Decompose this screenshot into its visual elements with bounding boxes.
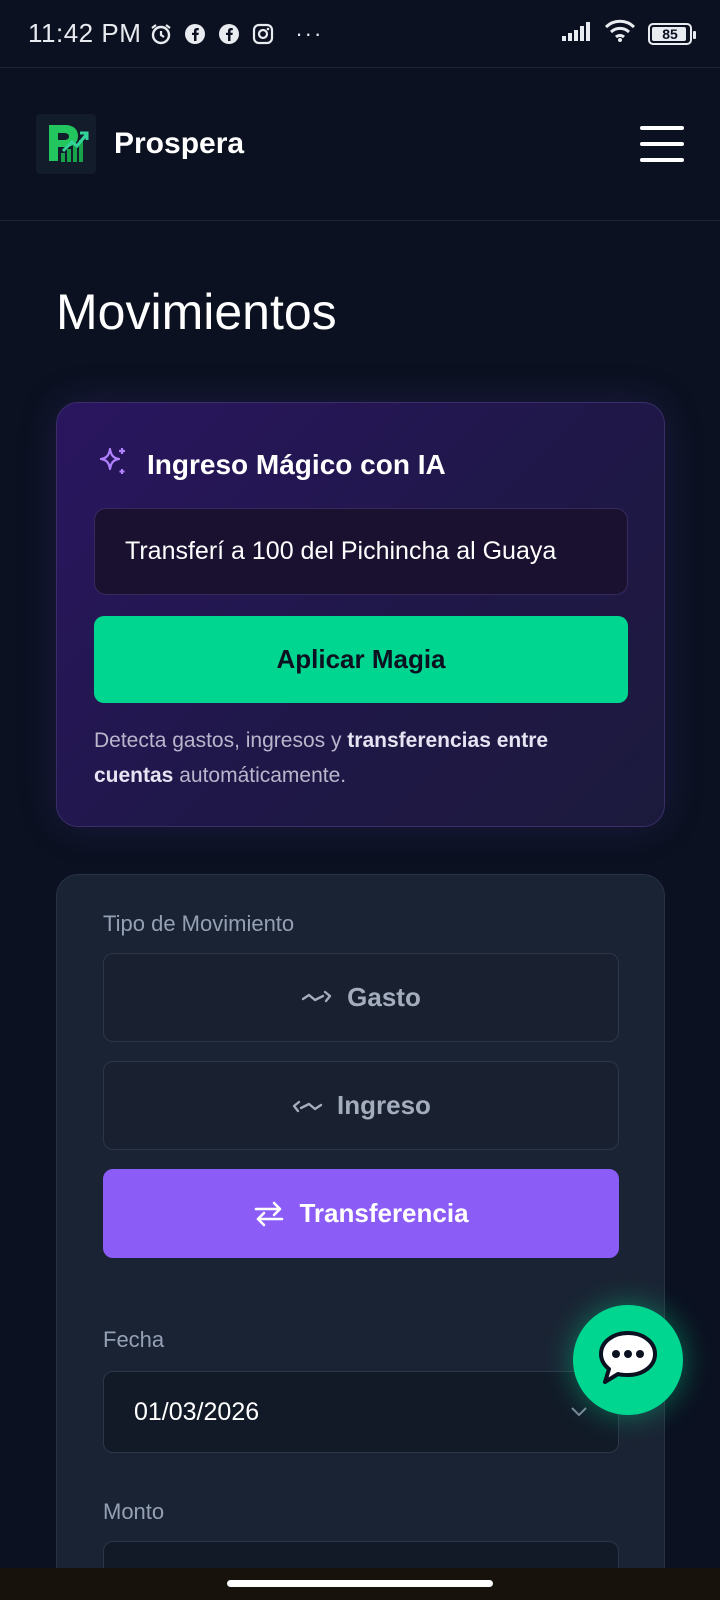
- home-gesture-handle[interactable]: [227, 1580, 493, 1587]
- trend-down-arrow-icon: [301, 988, 333, 1008]
- date-label: Fecha: [103, 1327, 165, 1352]
- facebook-icon: [217, 22, 241, 46]
- system-icons: 85: [562, 19, 696, 48]
- type-option-label: Ingreso: [337, 1090, 431, 1120]
- battery-icon: 85: [648, 22, 696, 45]
- chat-bubble-icon: [597, 1329, 659, 1392]
- sparkles-icon: [95, 445, 129, 484]
- app-header: Prospera: [0, 68, 720, 221]
- status-time: 11:42 PM: [28, 18, 142, 48]
- magic-description: Detecta gastos, ingresos y transferencia…: [94, 723, 628, 793]
- alarm-icon: [149, 22, 173, 46]
- magic-ai-card: Ingreso Mágico con IA Aplicar Magia Dete…: [56, 402, 665, 827]
- type-option-transferencia[interactable]: Transferencia: [103, 1169, 619, 1258]
- magic-text-input[interactable]: [94, 508, 628, 595]
- magic-card-title: Ingreso Mágico con IA: [147, 448, 446, 480]
- trend-in-arrow-icon: [291, 1096, 323, 1116]
- brand-name: Prospera: [114, 127, 245, 160]
- chat-button[interactable]: [573, 1305, 683, 1415]
- type-option-gasto[interactable]: Gasto: [103, 953, 619, 1042]
- magic-desc-text: Detecta gastos, ingresos y: [94, 729, 348, 752]
- type-option-ingreso[interactable]: Ingreso: [103, 1061, 619, 1150]
- type-option-label: Transferencia: [299, 1198, 469, 1228]
- app-screen: 11:42 PM ··· 85 Prospera Movimientos Ing…: [0, 0, 720, 1600]
- prospera-logo[interactable]: [36, 114, 96, 174]
- notification-icons: ···: [149, 21, 323, 47]
- wifi-icon: [604, 19, 636, 48]
- magic-desc-text-end: automáticamente.: [173, 764, 347, 787]
- date-field[interactable]: 01/03/2026: [103, 1371, 619, 1453]
- amount-label: Monto: [103, 1499, 165, 1524]
- system-nav-bar: [0, 1568, 720, 1600]
- hamburger-menu-icon[interactable]: [640, 122, 684, 166]
- more-notifications-icon: ···: [295, 20, 324, 46]
- page-title: Movimientos: [56, 284, 337, 340]
- status-bar: 11:42 PM ··· 85: [0, 0, 720, 68]
- transfer-arrows-icon: [253, 1200, 285, 1228]
- movement-type-label: Tipo de Movimiento: [103, 911, 295, 936]
- magic-card-header: Ingreso Mágico con IA: [95, 445, 446, 484]
- apply-magic-button[interactable]: Aplicar Magia: [94, 616, 628, 703]
- signal-icon: [562, 21, 592, 46]
- battery-level: 85: [662, 25, 678, 42]
- instagram-icon: [251, 22, 275, 46]
- movement-form-card: Tipo de Movimiento Gasto Ingreso Transfe…: [56, 874, 665, 1600]
- type-option-label: Gasto: [347, 982, 421, 1012]
- facebook-icon: [183, 22, 207, 46]
- chevron-down-icon: [570, 1402, 588, 1423]
- date-value: 01/03/2026: [134, 1397, 260, 1426]
